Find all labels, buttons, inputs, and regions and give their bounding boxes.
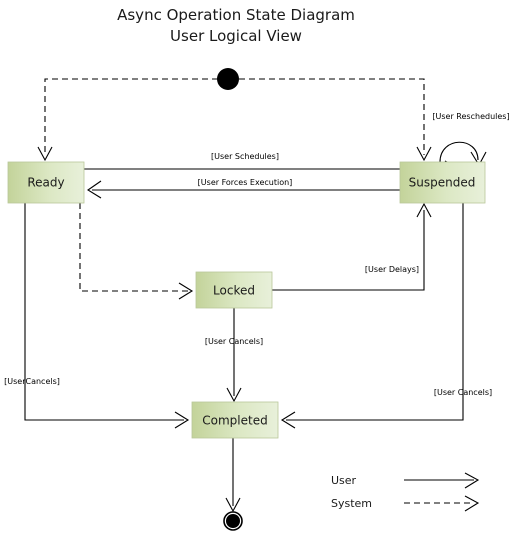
transition-suspended-self-loop[interactable] bbox=[439, 141, 479, 163]
legend-item-user: User bbox=[331, 472, 480, 489]
state-node-ready[interactable]: Ready bbox=[7, 161, 85, 204]
state-label-completed: Completed bbox=[202, 414, 267, 428]
legend-item-system: System bbox=[331, 495, 480, 512]
state-diagram-canvas: Async Operation State Diagram User Logic… bbox=[0, 0, 510, 536]
state-label-suspended: Suspended bbox=[409, 176, 476, 190]
diagram-title-line2: User Logical View bbox=[170, 27, 302, 45]
guard-label-user-cancels-ready: [UserCancels] bbox=[4, 377, 60, 386]
state-node-locked[interactable]: Locked bbox=[195, 271, 273, 309]
diagram-title-line1: Async Operation State Diagram bbox=[117, 6, 355, 24]
transition-ready-to-locked[interactable] bbox=[79, 203, 188, 292]
initial-state[interactable] bbox=[217, 68, 239, 90]
transition-ready-to-completed[interactable] bbox=[24, 203, 184, 421]
legend-label-system: System bbox=[331, 497, 372, 510]
diagram-svg: Async Operation State Diagram User Logic… bbox=[4, 6, 510, 531]
state-label-ready: Ready bbox=[27, 176, 64, 190]
state-label-locked: Locked bbox=[213, 284, 255, 298]
final-state[interactable] bbox=[226, 514, 240, 528]
transition-initial-to-ready[interactable] bbox=[44, 78, 218, 155]
guard-label-user-reschedules: [User Reschedules] bbox=[432, 112, 509, 121]
guard-label-user-cancels-suspended: [User Cancels] bbox=[434, 388, 492, 397]
legend: User System bbox=[331, 472, 480, 512]
guard-label-user-forces-execution: [User Forces Execution] bbox=[198, 178, 293, 187]
state-node-suspended[interactable]: Suspended bbox=[399, 161, 486, 204]
state-node-completed[interactable]: Completed bbox=[191, 401, 279, 439]
guard-label-user-delays: [User Delays] bbox=[365, 265, 419, 274]
guard-label-user-schedules: [User Schedules] bbox=[211, 152, 279, 161]
legend-label-user: User bbox=[331, 474, 357, 487]
guard-label-user-cancels-locked: [User Cancels] bbox=[205, 337, 263, 346]
transition-initial-to-suspended[interactable] bbox=[239, 78, 425, 155]
transition-locked-to-suspended[interactable] bbox=[272, 210, 425, 291]
